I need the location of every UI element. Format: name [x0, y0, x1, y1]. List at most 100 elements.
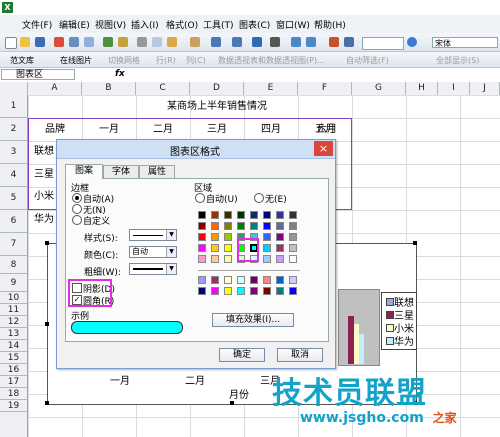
menu-help[interactable]: 帮助(H) — [314, 18, 346, 31]
column-header[interactable]: E — [244, 82, 298, 95]
row-header[interactable]: 4 — [0, 164, 27, 187]
hyperlink-icon[interactable] — [252, 37, 262, 47]
row-header[interactable]: 19 — [0, 400, 27, 412]
column-header[interactable]: G — [352, 82, 406, 95]
menu-file[interactable]: 文件(F) — [22, 18, 52, 31]
color-swatch[interactable] — [224, 276, 232, 284]
color-swatch[interactable] — [237, 287, 245, 295]
column-header[interactable]: A — [28, 82, 82, 95]
color-swatch[interactable] — [276, 255, 284, 263]
redo-icon[interactable] — [232, 37, 242, 47]
color-swatch[interactable] — [198, 211, 206, 219]
toolbar2-item[interactable]: 范文库 — [10, 55, 34, 66]
border-custom-radio[interactable] — [72, 215, 82, 225]
toolbar2-item[interactable]: 列(C) — [186, 55, 206, 66]
undo-icon[interactable] — [211, 37, 221, 47]
header-cell[interactable]: 六月 — [300, 121, 354, 139]
tab-patterns[interactable]: 图案 — [65, 164, 103, 179]
tab-font[interactable]: 字体 — [103, 165, 139, 179]
row-header[interactable]: 18 — [0, 388, 27, 400]
area-none-radio[interactable] — [254, 193, 264, 203]
color-swatch[interactable] — [198, 244, 206, 252]
select-all-corner[interactable] — [0, 82, 28, 95]
menu-chart[interactable]: 图表(C) — [239, 18, 270, 31]
color-swatch[interactable] — [276, 211, 284, 219]
row-header[interactable]: 11 — [0, 304, 27, 316]
open-icon[interactable] — [20, 37, 30, 47]
border-none-radio[interactable] — [72, 204, 82, 214]
header-cell[interactable]: 三月 — [190, 121, 244, 139]
row-header[interactable]: 6 — [0, 210, 27, 233]
toolbar2-item[interactable]: 自动筛选(F) — [346, 55, 389, 66]
color-swatch[interactable] — [224, 222, 232, 230]
header-cell[interactable]: 二月 — [136, 121, 190, 139]
column-header[interactable]: B — [82, 82, 136, 95]
bar[interactable] — [359, 334, 364, 364]
resize-handle[interactable] — [45, 322, 49, 326]
color-swatch[interactable] — [198, 287, 206, 295]
color-dropdown[interactable]: 自动 ▼ — [129, 246, 177, 258]
color-swatch[interactable] — [289, 211, 297, 219]
resize-handle[interactable] — [230, 401, 234, 405]
spelling-icon[interactable] — [103, 37, 113, 47]
color-swatch[interactable] — [198, 222, 206, 230]
color-swatch[interactable] — [224, 211, 232, 219]
row-header[interactable]: 13 — [0, 328, 27, 340]
menu-window[interactable]: 窗口(W) — [276, 18, 310, 31]
color-swatch[interactable] — [224, 287, 232, 295]
border-auto-radio[interactable] — [72, 193, 82, 203]
row-header[interactable]: 12 — [0, 316, 27, 328]
color-swatch[interactable] — [289, 276, 297, 284]
row-header[interactable]: 3 — [0, 141, 27, 164]
area-auto-label[interactable]: 自动(U) — [206, 192, 238, 205]
weight-dropdown[interactable]: ▼ — [129, 263, 177, 275]
color-swatch[interactable] — [211, 276, 219, 284]
menu-tools[interactable]: 工具(T) — [203, 18, 234, 31]
chart-wizard-icon[interactable] — [329, 37, 339, 47]
color-swatch[interactable] — [263, 276, 271, 284]
color-swatch[interactable] — [263, 233, 271, 241]
color-swatch[interactable] — [289, 233, 297, 241]
toolbar2-item[interactable]: 数据透视表和数据透视图(P)... — [218, 55, 325, 66]
border-custom-label[interactable]: 自定义 — [83, 214, 110, 227]
paste-icon[interactable] — [167, 37, 177, 47]
row-header[interactable]: 1 — [0, 95, 27, 118]
color-swatch[interactable] — [276, 287, 284, 295]
cancel-button[interactable]: 取消 — [277, 348, 323, 362]
color-swatch[interactable] — [250, 276, 258, 284]
research-icon[interactable] — [118, 37, 128, 47]
format-painter-icon[interactable] — [190, 37, 200, 47]
tab-properties[interactable]: 属性 — [139, 165, 175, 179]
color-swatch[interactable] — [263, 211, 271, 219]
ok-button[interactable]: 确定 — [219, 348, 265, 362]
column-header[interactable]: I — [438, 82, 470, 95]
chevron-down-icon[interactable]: ▼ — [166, 264, 176, 274]
toolbar2-item[interactable]: 在线图片 — [60, 55, 92, 66]
column-header[interactable]: F — [298, 82, 352, 95]
close-button[interactable]: × — [314, 141, 333, 156]
header-cell[interactable]: 四月 — [244, 121, 298, 139]
resize-handle[interactable] — [45, 401, 49, 405]
print-icon[interactable] — [69, 37, 79, 47]
color-swatch[interactable] — [263, 222, 271, 230]
copy-icon[interactable] — [152, 37, 162, 47]
color-swatch[interactable] — [211, 233, 219, 241]
header-cell[interactable]: 一月 — [82, 121, 136, 139]
row-header[interactable]: 15 — [0, 352, 27, 364]
color-swatch[interactable] — [250, 287, 258, 295]
print-preview-icon[interactable] — [84, 37, 94, 47]
column-header[interactable]: C — [136, 82, 190, 95]
color-swatch[interactable] — [224, 233, 232, 241]
color-swatch[interactable] — [211, 211, 219, 219]
dialog-title-bar[interactable]: 图表区格式 — [57, 140, 335, 159]
color-swatch[interactable] — [289, 287, 297, 295]
color-swatch[interactable] — [276, 276, 284, 284]
name-box[interactable]: 图表区 — [1, 69, 75, 80]
cut-icon[interactable] — [137, 37, 147, 47]
color-swatch[interactable] — [250, 211, 258, 219]
color-swatch[interactable] — [276, 244, 284, 252]
font-name-box[interactable]: 宋体 — [432, 37, 498, 48]
column-header[interactable]: D — [190, 82, 244, 95]
drawing-icon[interactable] — [344, 37, 354, 47]
fx-icon[interactable]: fx — [115, 69, 125, 79]
